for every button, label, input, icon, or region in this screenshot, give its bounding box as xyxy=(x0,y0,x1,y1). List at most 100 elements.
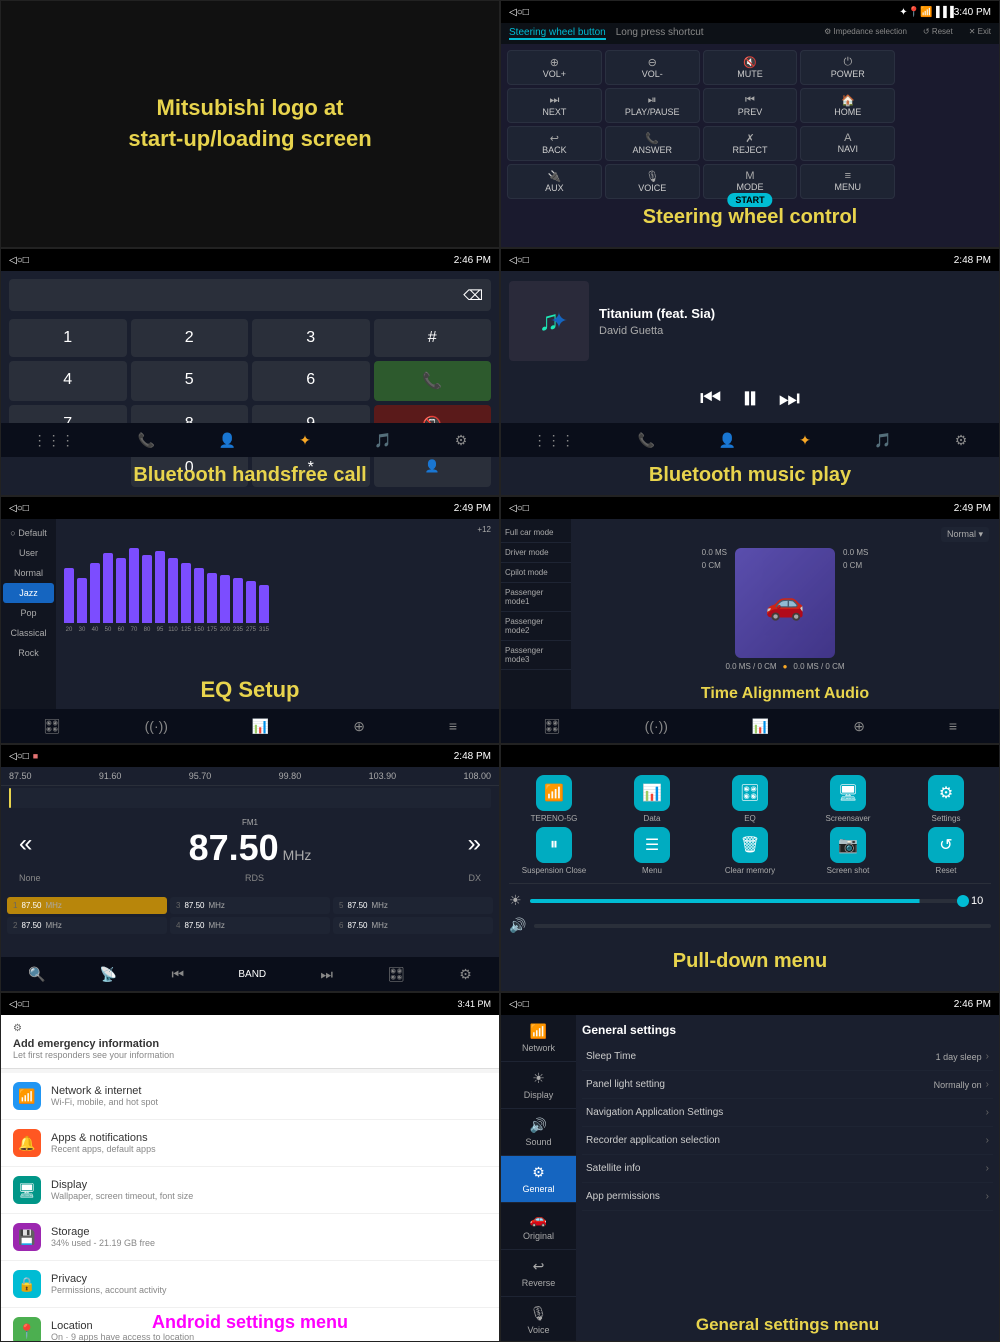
pd-clear[interactable]: 🗑 Clear memory xyxy=(703,827,797,875)
gen-sidebar-voice[interactable]: 🎙 Voice xyxy=(501,1297,576,1342)
eq-nav-surround[interactable]: ((·)) xyxy=(145,718,168,734)
nav-bt2[interactable]: ✦ xyxy=(799,432,811,449)
eq-preset-user[interactable]: User xyxy=(1,543,56,563)
radio-band[interactable]: BAND xyxy=(238,969,266,980)
nav-apps[interactable]: ⋮⋮⋮ xyxy=(33,432,75,449)
eq-preset-rock[interactable]: Rock xyxy=(1,643,56,663)
dial-4[interactable]: 4 xyxy=(9,361,127,401)
ta-copilot[interactable]: Cpilot mode xyxy=(501,563,571,583)
gen-sidebar-general[interactable]: ⚙ General xyxy=(501,1156,576,1203)
radio-search[interactable]: 🔍 xyxy=(28,966,45,983)
sw-vol-plus[interactable]: ⊕VOL+ xyxy=(507,50,602,85)
dial-5[interactable]: 5 xyxy=(131,361,249,401)
sw-menu[interactable]: ≡MENU xyxy=(800,164,895,199)
ta-passenger2[interactable]: Passenger mode2 xyxy=(501,612,571,641)
sw-reject[interactable]: ✗REJECT xyxy=(703,126,798,161)
preset-4[interactable]: 487.50MHz xyxy=(170,917,330,934)
sw-vol-minus[interactable]: ⊖VOL- xyxy=(605,50,700,85)
gen-row-panel[interactable]: Panel light setting Normally on › xyxy=(582,1071,993,1099)
dial-6[interactable]: 6 xyxy=(252,361,370,401)
ta-driver[interactable]: Driver mode xyxy=(501,543,571,563)
eq-nav-boost[interactable]: 📊 xyxy=(252,718,269,735)
next-btn[interactable]: ⏭ xyxy=(779,385,801,413)
pd-screenshot[interactable]: 📷 Screen shot xyxy=(801,827,895,875)
gen-sidebar-sound[interactable]: 🔊 Sound xyxy=(501,1109,576,1156)
settings-display[interactable]: 🖥 Display Wallpaper, screen timeout, fon… xyxy=(1,1167,499,1214)
radio-eq2[interactable]: 🎛 xyxy=(387,966,405,983)
nav-phone2[interactable]: 📞 xyxy=(638,432,655,449)
pd-eq[interactable]: 🎛 EQ xyxy=(703,775,797,823)
pd-wifi[interactable]: 📶 TERENO-5G xyxy=(507,775,601,823)
radio-next[interactable]: ⏭ xyxy=(320,966,333,983)
sw-prev[interactable]: ⏮PREV xyxy=(703,88,798,123)
nav-btmusic[interactable]: 🎵 xyxy=(374,432,391,449)
brightness-slider[interactable] xyxy=(530,899,963,903)
pd-menu[interactable]: ☰ Menu xyxy=(605,827,699,875)
nav-bt[interactable]: ✦ xyxy=(299,432,311,449)
nav-contacts3[interactable]: 👤 xyxy=(718,432,735,449)
pd-settings[interactable]: ⚙ Settings xyxy=(899,775,993,823)
gen-sidebar-network[interactable]: 📶 Network xyxy=(501,1015,576,1062)
nav-settings[interactable]: ⚙ xyxy=(455,432,468,449)
sw-back[interactable]: ↩BACK xyxy=(507,126,602,161)
eq-nav-settings[interactable]: ⊕ xyxy=(353,718,365,735)
sw-playpause[interactable]: ⏯PLAY/PAUSE xyxy=(605,88,700,123)
sw-home[interactable]: 🏠HOME xyxy=(800,88,895,123)
settings-network[interactable]: 📶 Network & internet Wi-Fi, mobile, and … xyxy=(1,1073,499,1120)
freq-slider-bar[interactable] xyxy=(9,788,491,808)
gen-row-appperm[interactable]: App permissions › xyxy=(582,1183,993,1211)
ta-nav4[interactable]: ⊕ xyxy=(853,718,865,735)
sw-tab-longpress[interactable]: Long press shortcut xyxy=(616,27,704,40)
dial-hash[interactable]: # xyxy=(374,319,492,357)
radio-settings[interactable]: ⚙ xyxy=(459,966,472,983)
nav-phone[interactable]: 📞 xyxy=(138,432,155,449)
ta-nav2[interactable]: ((·)) xyxy=(645,718,668,734)
eq-preset-normal[interactable]: Normal xyxy=(1,563,56,583)
sw-navi[interactable]: ANAVI xyxy=(800,126,895,161)
pd-suspend[interactable]: ⏸ Suspension Close xyxy=(507,827,601,875)
dial-2[interactable]: 2 xyxy=(131,319,249,357)
ta-passenger1[interactable]: Passenger mode1 xyxy=(501,583,571,612)
playpause-btn[interactable]: ⏸ xyxy=(742,379,759,418)
preset-2[interactable]: 287.50MHz xyxy=(7,917,167,934)
eq-nav-more[interactable]: ≡ xyxy=(449,718,457,734)
sw-tab-active[interactable]: Steering wheel button xyxy=(509,27,606,40)
sw-mute[interactable]: 🔇MUTE xyxy=(703,50,798,85)
eq-preset-default[interactable]: ○ Default xyxy=(1,523,56,543)
seek-right[interactable]: » xyxy=(468,830,481,858)
gen-row-navi[interactable]: Navigation Application Settings › xyxy=(582,1099,993,1127)
preset-5[interactable]: 587.50MHz xyxy=(333,897,493,914)
gen-row-sleep[interactable]: Sleep Time 1 day sleep › xyxy=(582,1043,993,1071)
sw-power[interactable]: ⏻POWER xyxy=(800,50,895,85)
ta-passenger3[interactable]: Passenger mode3 xyxy=(501,641,571,670)
ta-nav5[interactable]: ≡ xyxy=(949,718,957,734)
backspace-icon[interactable]: ⌫ xyxy=(463,287,483,304)
ta-fullcar[interactable]: Full car mode xyxy=(501,523,571,543)
dial-1[interactable]: 1 xyxy=(9,319,127,357)
eq-preset-jazz[interactable]: Jazz xyxy=(3,583,54,603)
pd-screensaver[interactable]: 🖥 Screensaver xyxy=(801,775,895,823)
seek-left[interactable]: « xyxy=(19,830,32,858)
sw-next[interactable]: ⏭NEXT xyxy=(507,88,602,123)
ta-normal[interactable]: Normal ▾ xyxy=(941,527,989,542)
eq-nav-icon1[interactable]: 🎛 xyxy=(43,718,61,735)
nav-settings2[interactable]: ⚙ xyxy=(955,432,968,449)
pd-reset[interactable]: ↺ Reset xyxy=(899,827,993,875)
sw-answer[interactable]: 📞ANSWER xyxy=(605,126,700,161)
settings-storage[interactable]: 💾 Storage 34% used - 21.19 GB free xyxy=(1,1214,499,1261)
settings-privacy[interactable]: 🔒 Privacy Permissions, account activity xyxy=(1,1261,499,1308)
prev-btn[interactable]: ⏮ xyxy=(700,385,722,413)
gen-sidebar-display[interactable]: ☀ Display xyxy=(501,1062,576,1109)
volume-slider[interactable] xyxy=(534,924,991,928)
settings-apps[interactable]: 🔔 Apps & notifications Recent apps, defa… xyxy=(1,1120,499,1167)
gen-sidebar-reverse[interactable]: ↩ Reverse xyxy=(501,1250,576,1297)
eq-preset-pop[interactable]: Pop xyxy=(1,603,56,623)
nav-apps2[interactable]: ⋮⋮⋮ xyxy=(533,432,575,449)
gen-row-satellite[interactable]: Satellite info › xyxy=(582,1155,993,1183)
pd-data[interactable]: 📊 Data xyxy=(605,775,699,823)
ta-nav1[interactable]: 🎛 xyxy=(543,718,561,735)
radio-prev[interactable]: ⏮ xyxy=(172,966,185,983)
ta-nav3[interactable]: 📊 xyxy=(752,718,769,735)
preset-1[interactable]: 187.50MHz xyxy=(7,897,167,914)
sw-aux[interactable]: 🔌AUX xyxy=(507,164,602,199)
